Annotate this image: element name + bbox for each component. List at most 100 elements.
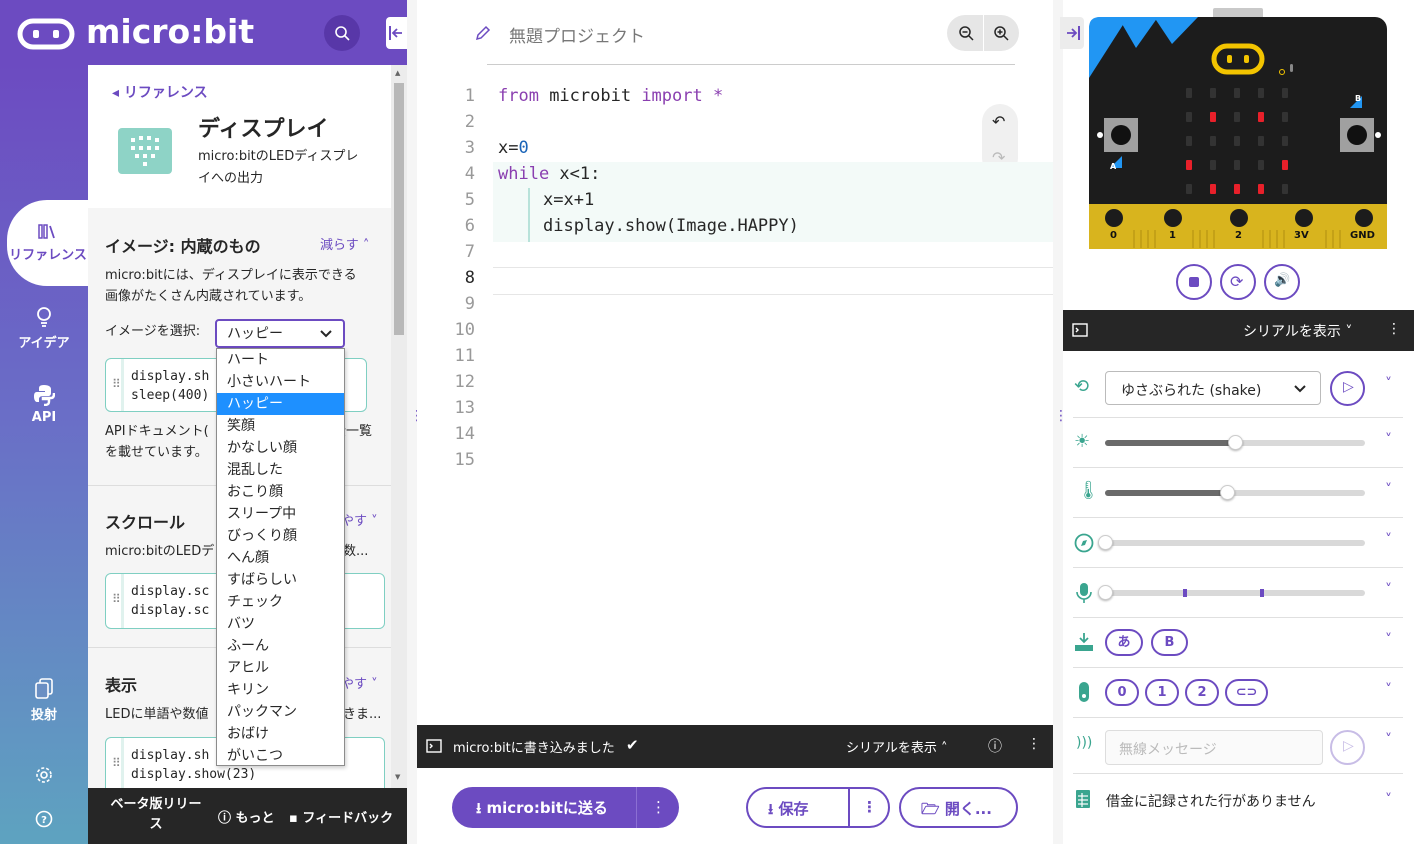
dropdown-option[interactable]: キリン bbox=[217, 679, 344, 701]
threshold-low-marker[interactable] bbox=[1183, 589, 1187, 597]
chevron-down-icon[interactable]: ˅ bbox=[1385, 582, 1392, 598]
back-link[interactable]: ◂ リファレンス bbox=[112, 82, 208, 102]
sim-button-a[interactable]: あ bbox=[1105, 629, 1143, 656]
save-options-button[interactable]: ⋮ bbox=[862, 798, 877, 816]
open-button[interactable]: 🗁 開く... bbox=[899, 787, 1018, 828]
help-button[interactable]: ? bbox=[0, 810, 88, 832]
compass-slider[interactable] bbox=[1098, 535, 1365, 550]
sim-pin-1[interactable]: 1 bbox=[1145, 679, 1179, 706]
info-icon[interactable]: ⓘ bbox=[988, 736, 1002, 756]
code-line-5[interactable]: x=x+1 bbox=[543, 190, 594, 210]
scroll-down-icon[interactable]: ▼ bbox=[395, 773, 400, 781]
dropdown-option[interactable]: アヒル bbox=[217, 657, 344, 679]
dropdown-option[interactable]: 混乱した bbox=[217, 459, 344, 481]
dropdown-option[interactable]: かなしい顔 bbox=[217, 437, 344, 459]
drag-handle-icon[interactable]: ⋮ bbox=[1054, 409, 1068, 423]
more-vert-icon[interactable]: ⋮ bbox=[1387, 321, 1401, 337]
dropdown-option[interactable]: ふーん bbox=[217, 635, 344, 657]
section-show-toggle[interactable]: やす ˅ bbox=[341, 673, 378, 692]
code-line-6[interactable]: display.show(Image.HAPPY) bbox=[543, 216, 799, 236]
gesture-select[interactable]: ゆさぶられた (shake) bbox=[1105, 371, 1321, 405]
nav-api[interactable]: API bbox=[0, 384, 88, 425]
gesture-send-button[interactable]: ▷ bbox=[1330, 371, 1365, 406]
temperature-slider[interactable] bbox=[1105, 485, 1365, 500]
chevron-down-icon[interactable]: ˅ bbox=[1385, 376, 1392, 392]
undo-icon[interactable]: ↶ bbox=[992, 112, 1005, 131]
chevron-down-icon[interactable]: ˅ bbox=[1385, 792, 1392, 808]
code-editor[interactable]: 無題プロジェクト ↶ ↷ 1 2 3 4 5 6 7 8 9 10 11 12 13 14 15 from … bbox=[417, 0, 1053, 725]
settings-button[interactable] bbox=[0, 766, 88, 788]
stop-button[interactable] bbox=[1176, 264, 1212, 300]
more-link[interactable]: ⓘ もっと bbox=[218, 807, 275, 826]
image-dropdown-list[interactable]: ハート 小さいハート ハッピー 笑顔 かなしい顔 混乱した おこり顔 スリープ中 びっくり顔 へん… bbox=[216, 348, 345, 766]
section-images-toggle[interactable]: 減らす ˄ bbox=[320, 234, 369, 253]
sim-show-serial-button[interactable]: シリアルを表示 ˅ bbox=[1243, 321, 1352, 341]
dropdown-option[interactable]: 小さいハート bbox=[217, 371, 344, 393]
more-vert-icon[interactable]: ⋮ bbox=[1027, 736, 1041, 752]
code-line-4[interactable]: while x<1: bbox=[498, 164, 600, 184]
drag-handle-icon[interactable]: ⠿ bbox=[112, 375, 122, 394]
dropdown-option[interactable]: 笑顔 bbox=[217, 415, 344, 437]
send-options-button[interactable]: ⋮ bbox=[651, 798, 666, 816]
zoom-out-icon[interactable] bbox=[958, 25, 974, 41]
collapse-simulator-button[interactable] bbox=[1060, 17, 1084, 49]
slider-knob[interactable] bbox=[1098, 535, 1113, 550]
chevron-down-icon[interactable]: ˅ bbox=[1385, 732, 1392, 748]
sim-button-b[interactable]: B bbox=[1151, 629, 1188, 656]
section-scroll-toggle[interactable]: やす ˅ bbox=[341, 510, 378, 529]
code-line-1[interactable]: from microbit import * bbox=[498, 86, 723, 106]
chevron-down-icon[interactable]: ˅ bbox=[1385, 482, 1392, 498]
panel-scrollbar[interactable]: ▲ ▼ bbox=[391, 65, 407, 788]
chevron-down-icon[interactable]: ˅ bbox=[1385, 432, 1392, 448]
collapse-sidebar-button[interactable] bbox=[386, 17, 407, 49]
splitter-right[interactable]: ⋮ bbox=[1053, 0, 1068, 844]
button-a[interactable] bbox=[1100, 135, 1142, 177]
dropdown-option[interactable]: バツ bbox=[217, 613, 344, 635]
scrollbar-thumb[interactable] bbox=[394, 83, 404, 335]
sim-pin-2[interactable]: 2 bbox=[1185, 679, 1219, 706]
slider-knob[interactable] bbox=[1220, 485, 1235, 500]
dropdown-option[interactable]: おばけ bbox=[217, 723, 344, 745]
send-to-microbit-button[interactable]: ⭳ micro:bitに送る bbox=[452, 787, 636, 828]
beta-release-link[interactable]: ベータ版リリー ス bbox=[88, 795, 224, 835]
image-select[interactable]: ハッピー bbox=[215, 319, 345, 348]
chevron-down-icon[interactable]: ˅ bbox=[1385, 532, 1392, 548]
save-button[interactable]: ⭳ 保存 bbox=[768, 798, 809, 824]
show-serial-button[interactable]: シリアルを表示 ˄ bbox=[846, 737, 948, 756]
dropdown-option[interactable]: へん顔 bbox=[217, 547, 344, 569]
slider-knob[interactable] bbox=[1098, 585, 1113, 600]
nav-ideas[interactable]: アイデア bbox=[0, 306, 88, 351]
code-line-3[interactable]: x=0 bbox=[498, 138, 529, 158]
zoom-in-icon[interactable] bbox=[993, 25, 1009, 41]
button-b[interactable] bbox=[1336, 118, 1378, 160]
sim-logo-touch[interactable]: ⊂⊃ bbox=[1225, 679, 1268, 706]
sound-slider[interactable] bbox=[1098, 585, 1365, 600]
drag-handle-icon[interactable]: ⠿ bbox=[112, 754, 122, 773]
dropdown-option[interactable]: ハート bbox=[217, 349, 344, 371]
sim-pin-0[interactable]: 0 bbox=[1105, 679, 1139, 706]
dropdown-option[interactable]: がいこつ bbox=[217, 745, 344, 767]
dropdown-option[interactable]: ハッピー bbox=[217, 393, 344, 415]
scroll-up-icon[interactable]: ▲ bbox=[395, 69, 400, 77]
search-button[interactable] bbox=[324, 15, 360, 51]
threshold-high-marker[interactable] bbox=[1260, 589, 1264, 597]
radio-send-button[interactable]: ▷ bbox=[1330, 730, 1365, 765]
mute-button[interactable]: 🔊 bbox=[1264, 264, 1300, 300]
dropdown-option[interactable]: びっくり顔 bbox=[217, 525, 344, 547]
drag-handle-icon[interactable]: ⠿ bbox=[112, 590, 122, 609]
nav-projects[interactable]: 投射 bbox=[0, 678, 88, 723]
dropdown-option[interactable]: チェック bbox=[217, 591, 344, 613]
light-slider[interactable] bbox=[1105, 435, 1365, 450]
dropdown-option[interactable]: スリープ中 bbox=[217, 503, 344, 525]
project-name[interactable]: 無題プロジェクト bbox=[509, 22, 645, 47]
feedback-link[interactable]: ▪ フィードバック bbox=[289, 807, 393, 826]
dropdown-option[interactable]: パックマン bbox=[217, 701, 344, 723]
chevron-down-icon[interactable]: ˅ bbox=[1385, 632, 1392, 648]
restart-button[interactable]: ⟳ bbox=[1220, 264, 1256, 300]
chevron-down-icon[interactable]: ˅ bbox=[1385, 682, 1392, 698]
dropdown-option[interactable]: おこり顔 bbox=[217, 481, 344, 503]
nav-reference[interactable]: リファレンス bbox=[7, 200, 89, 286]
radio-message-input[interactable]: 無線メッセージ bbox=[1105, 730, 1323, 765]
splitter-left[interactable]: ⋮ bbox=[407, 0, 424, 844]
dropdown-option[interactable]: すばらしい bbox=[217, 569, 344, 591]
